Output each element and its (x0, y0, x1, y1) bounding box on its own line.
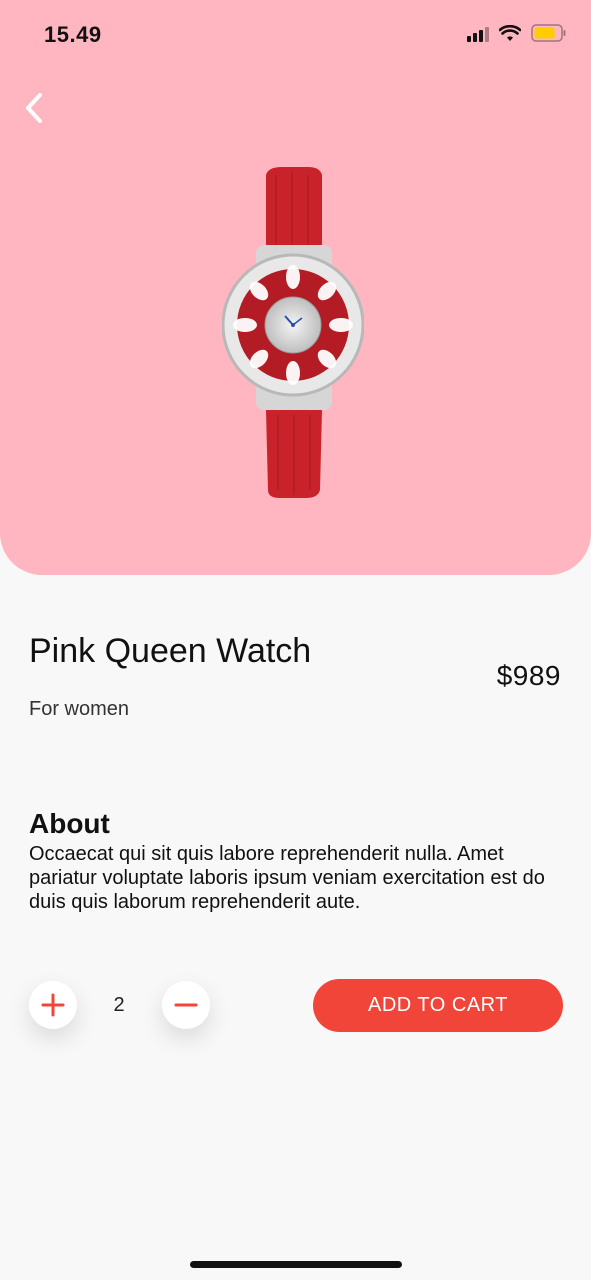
watch-image (222, 167, 364, 498)
product-title: Pink Queen Watch (29, 632, 312, 670)
status-icons (467, 24, 567, 42)
battery-icon (531, 24, 566, 42)
minus-icon (174, 1003, 198, 1007)
quantity-value: 2 (113, 994, 125, 1016)
product-price: $989 (496, 660, 561, 691)
add-to-cart-button[interactable]: ADD TO CART (313, 979, 563, 1032)
product-category: For women (29, 698, 130, 720)
status-time: 15.49 (44, 22, 102, 47)
wifi-icon (499, 24, 521, 41)
increase-quantity-button[interactable] (29, 981, 77, 1029)
about-heading: About (29, 808, 110, 839)
chevron-left-icon (26, 93, 42, 123)
plus-icon (41, 993, 65, 1017)
product-hero: 15.49 (0, 0, 591, 575)
signal-icon (467, 24, 489, 42)
decrease-quantity-button[interactable] (162, 981, 210, 1029)
back-button[interactable] (14, 88, 54, 128)
home-indicator (190, 1261, 402, 1268)
about-text: Occaecat qui sit quis labore reprehender… (29, 843, 545, 913)
